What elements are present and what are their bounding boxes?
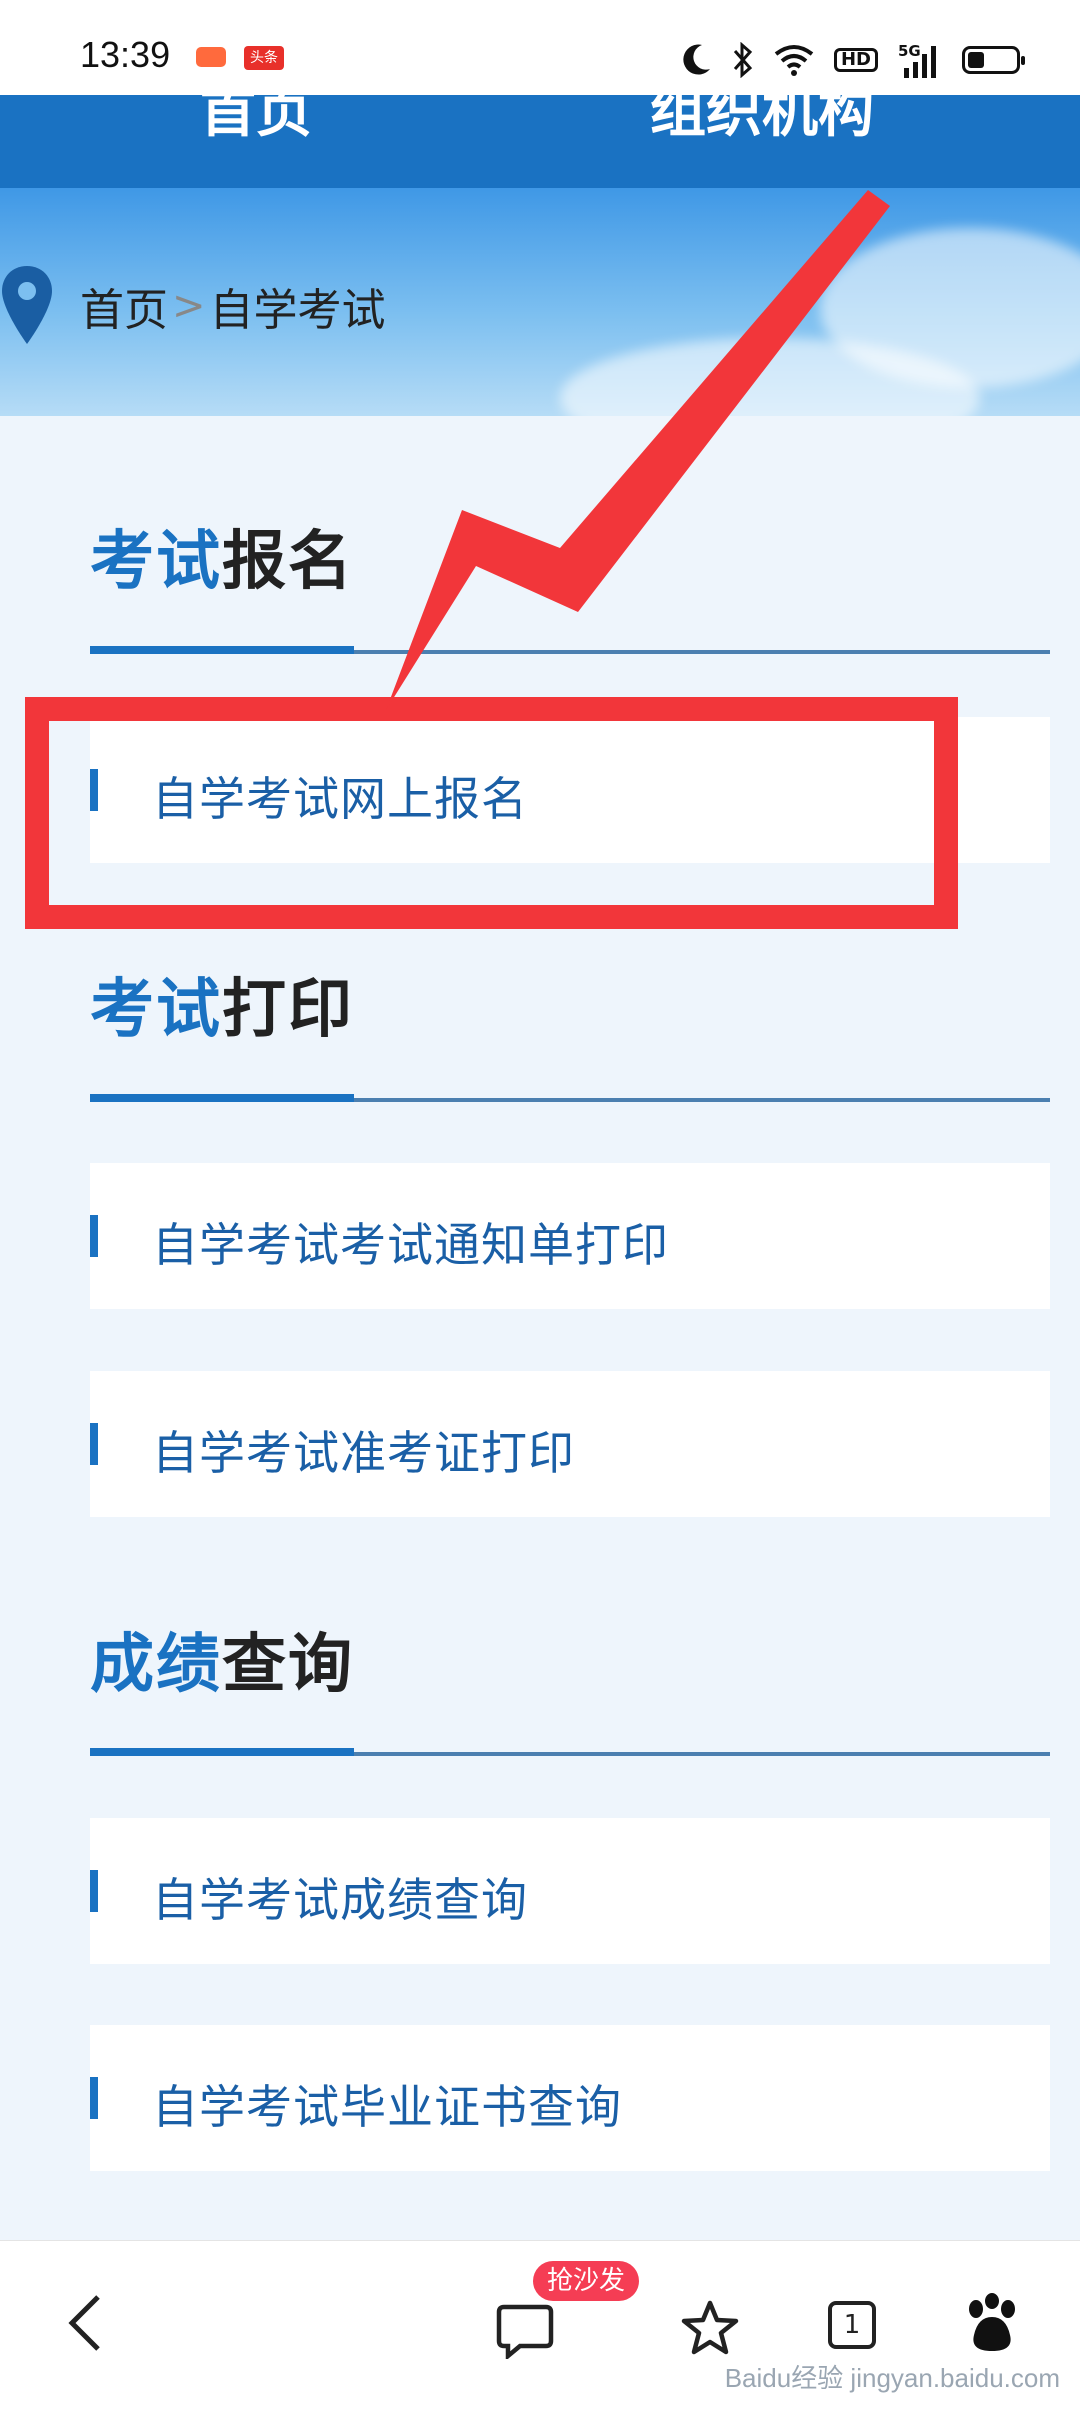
comment-icon[interactable] — [496, 2303, 554, 2359]
tabs-icon[interactable]: 1 — [828, 2301, 876, 2349]
star-icon[interactable] — [680, 2299, 740, 2357]
baidu-paw-icon[interactable] — [964, 2293, 1020, 2355]
bottom-toolbar: 抢沙发 1 Baidu经验 jingyan.baidu.com — [0, 2240, 1080, 2413]
back-icon[interactable] — [66, 2293, 106, 2353]
watermark: Baidu经验 jingyan.baidu.com — [724, 2363, 1060, 2393]
comment-badge[interactable]: 抢沙发 — [533, 2261, 640, 2301]
annotation-arrow-icon — [386, 190, 890, 710]
tab-count: 1 — [843, 2310, 861, 2340]
